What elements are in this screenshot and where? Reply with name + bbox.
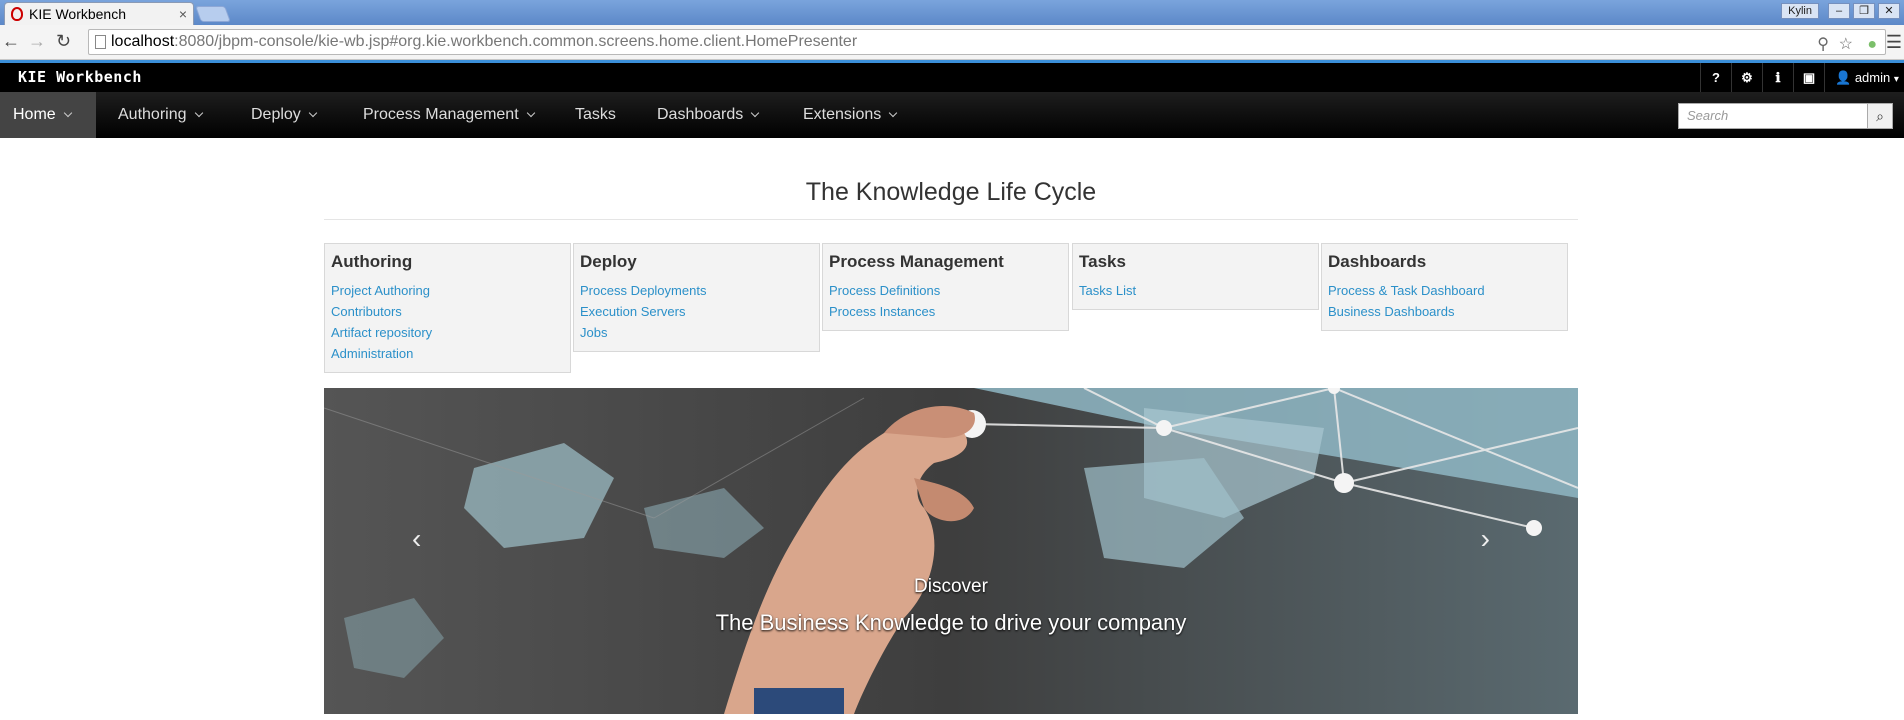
link-business-dashboards[interactable]: Business Dashboards [1328, 301, 1561, 322]
page-title: The Knowledge Life Cycle [324, 178, 1578, 220]
nav-deploy[interactable]: Deploy [251, 92, 318, 138]
user-icon: 👤 [1835, 70, 1852, 85]
minimize-icon[interactable]: – [1828, 3, 1850, 19]
link-tasks-list[interactable]: Tasks List [1079, 280, 1312, 301]
profile-badge[interactable]: Kylin [1781, 3, 1819, 19]
bookmark-star-icon[interactable]: ☆ [1839, 33, 1853, 57]
back-icon[interactable]: ← [2, 31, 20, 52]
restore-icon[interactable]: ❐ [1853, 3, 1875, 19]
panel-title: Process Management [829, 252, 1004, 271]
close-window-icon[interactable]: ✕ [1878, 3, 1900, 19]
brand-logo: KIE Workbench [18, 68, 142, 86]
chevron-down-icon [308, 108, 318, 118]
nav-process-management[interactable]: Process Management [363, 92, 535, 138]
address-bar[interactable]: localhost:8080/jbpm-console/kie-wb.jsp#o… [88, 29, 1886, 55]
panel-title: Deploy [580, 252, 637, 271]
app-header: KIE Workbench ? ⚙ ℹ ▣ 👤 admin ▾ [0, 63, 1904, 92]
nav-tasks[interactable]: Tasks [575, 92, 616, 138]
chevron-down-icon [751, 108, 760, 118]
nav-label: Extensions [803, 106, 882, 123]
link-process-task-dashboard[interactable]: Process & Task Dashboard [1328, 280, 1561, 301]
help-icon[interactable]: ? [1700, 63, 1731, 92]
carousel-image [324, 388, 1578, 714]
link-administration[interactable]: Administration [331, 343, 564, 364]
browser-tab-title: KIE Workbench [29, 6, 127, 22]
link-contributors[interactable]: Contributors [331, 301, 564, 322]
panel-dashboards: Dashboards Process & Task Dashboard Busi… [1321, 243, 1568, 331]
browser-toolbar: ← → ↻ localhost:8080/jbpm-console/kie-wb… [0, 25, 1904, 60]
nav-authoring[interactable]: Authoring [118, 92, 203, 138]
url-path: :8080/jbpm-console/kie-wb.jsp#org.kie.wo… [174, 33, 858, 50]
forward-icon[interactable]: → [28, 31, 46, 52]
user-name: admin [1854, 70, 1891, 85]
window-controls: Kylin – ❐ ✕ [1781, 3, 1900, 19]
page-icon [95, 35, 106, 49]
link-artifact-repository[interactable]: Artifact repository [331, 322, 564, 343]
chevron-down-icon [63, 108, 72, 118]
browser-tab-bar: KIE Workbench × Kylin – ❐ ✕ [0, 0, 1904, 25]
panel-tasks: Tasks Tasks List [1072, 243, 1319, 310]
nav-label: Home [13, 106, 56, 123]
nav-home[interactable]: Home [0, 92, 96, 138]
zoom-icon[interactable]: ⚲ [1817, 33, 1829, 57]
browser-tab[interactable]: KIE Workbench × [4, 2, 194, 25]
main-navbar: Home Authoring Deploy Process Management… [0, 92, 1904, 138]
panel-title: Tasks [1079, 252, 1126, 271]
panel-deploy: Deploy Process Deployments Execution Ser… [573, 243, 820, 352]
nav-label: Process Management [363, 106, 519, 123]
carousel-caption-title: Discover [914, 576, 988, 597]
link-process-definitions[interactable]: Process Definitions [829, 280, 1062, 301]
url-host: localhost [111, 33, 175, 50]
carousel-caption-text: The Business Knowledge to drive your com… [715, 610, 1187, 635]
tab-close-icon[interactable]: × [179, 6, 187, 22]
panel-process-management: Process Management Process Definitions P… [822, 243, 1069, 331]
user-menu[interactable]: 👤 admin ▾ [1824, 63, 1904, 92]
search-icon[interactable]: ⌕ [1867, 103, 1893, 129]
search-input[interactable]: Search [1678, 103, 1868, 129]
panel-title: Authoring [331, 252, 413, 271]
chevron-down-icon [194, 108, 203, 118]
carousel-next-icon[interactable]: › [1481, 523, 1490, 555]
nav-label: Authoring [118, 106, 187, 123]
hero-carousel[interactable]: ‹ › Discover The Business Knowledge to d… [324, 388, 1578, 714]
nav-extensions[interactable]: Extensions [803, 92, 898, 138]
nav-label: Deploy [251, 106, 301, 123]
carousel-prev-icon[interactable]: ‹ [412, 523, 421, 555]
info-icon[interactable]: ℹ [1762, 63, 1793, 92]
nav-label: Tasks [575, 106, 616, 123]
new-tab-button[interactable] [195, 6, 231, 22]
chevron-down-icon: ▾ [1893, 74, 1899, 85]
utility-menu: ? ⚙ ℹ ▣ 👤 admin ▾ [1700, 63, 1904, 92]
chevron-down-icon [526, 108, 535, 118]
link-execution-servers[interactable]: Execution Servers [580, 301, 813, 322]
panel-title: Dashboards [1328, 252, 1427, 271]
link-process-instances[interactable]: Process Instances [829, 301, 1062, 322]
nav-dashboards[interactable]: Dashboards [657, 92, 760, 138]
link-project-authoring[interactable]: Project Authoring [331, 280, 564, 301]
link-jobs[interactable]: Jobs [580, 322, 813, 343]
panel-authoring: Authoring Project Authoring Contributors… [324, 243, 571, 373]
jboss-favicon-icon [11, 7, 23, 21]
briefcase-icon[interactable]: ▣ [1793, 63, 1824, 92]
chevron-down-icon [889, 108, 898, 118]
reload-icon[interactable]: ↻ [56, 31, 71, 52]
browser-menu-icon[interactable]: ☰ [1886, 32, 1902, 53]
nav-label: Dashboards [657, 106, 744, 123]
extension-icon[interactable]: ● [1867, 33, 1877, 57]
link-process-deployments[interactable]: Process Deployments [580, 280, 813, 301]
settings-icon[interactable]: ⚙ [1731, 63, 1762, 92]
